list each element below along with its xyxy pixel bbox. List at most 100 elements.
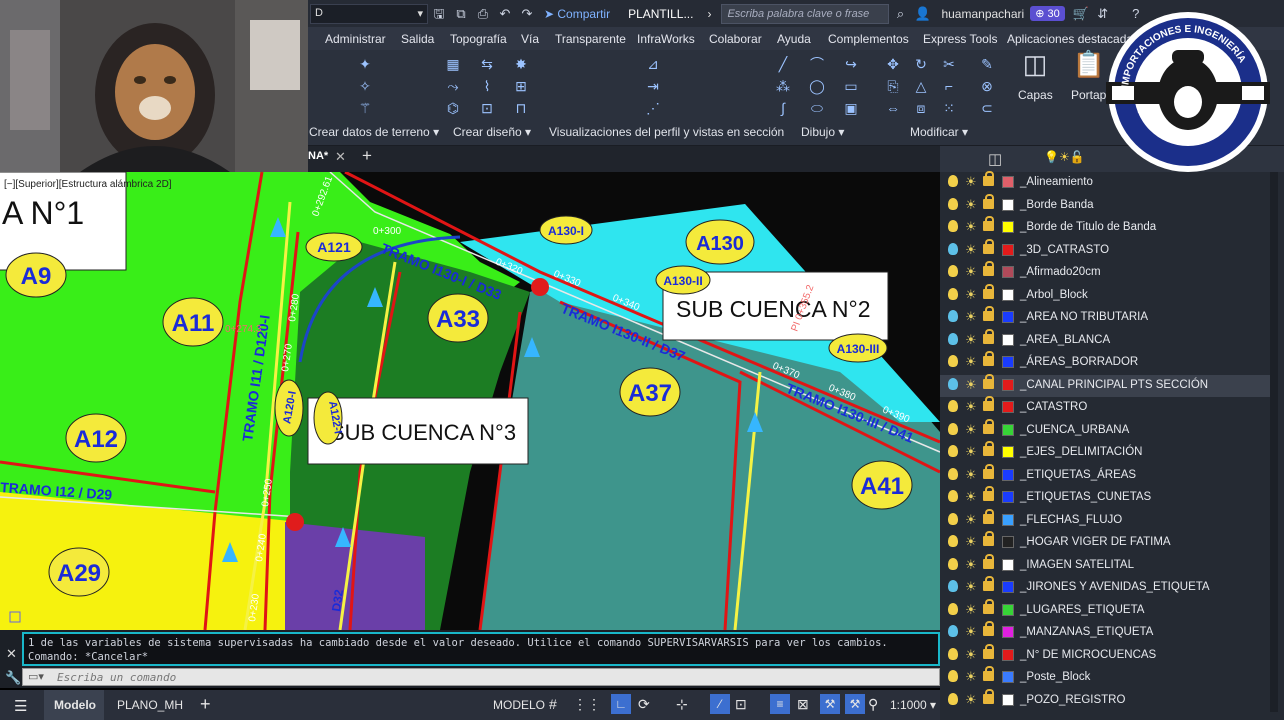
panel-modificar[interactable]: Modificar ▾ <box>910 125 968 139</box>
layer-row[interactable]: ☀ _IMAGEN SATELITAL <box>940 553 1270 577</box>
close-tab-icon[interactable]: ✕ <box>335 149 346 165</box>
erase-icon[interactable]: ✎ <box>978 56 996 72</box>
layer-on-icon[interactable] <box>948 355 958 367</box>
layer-on-icon[interactable] <box>948 535 958 547</box>
circle-icon[interactable]: ◯ <box>808 78 826 94</box>
layer-color-swatch[interactable] <box>1002 423 1014 436</box>
layer-on-icon[interactable] <box>948 400 958 412</box>
layer-lock-icon[interactable] <box>983 531 994 546</box>
layer-color-swatch[interactable] <box>1002 581 1014 593</box>
annotation-monitor-icon[interactable]: ⊠ <box>797 696 809 713</box>
layer-lock-icon[interactable] <box>983 216 994 231</box>
intersection-icon[interactable]: ⊞ <box>512 78 530 94</box>
panel-dibujo[interactable]: Dibujo ▾ <box>801 125 844 139</box>
layer-freeze-icon[interactable]: ☀ <box>965 535 977 549</box>
auto-scale-icon[interactable]: ⚒ <box>845 694 865 714</box>
layer-row[interactable]: ☀ _CUENCA_URBANA <box>940 418 1270 442</box>
scale-icon[interactable]: ⧈ <box>912 100 930 116</box>
polar-icon[interactable]: ⟳ <box>638 696 650 713</box>
layer-on-icon[interactable] <box>948 197 958 210</box>
layer-lock-icon[interactable] <box>983 576 994 591</box>
layer-freeze-icon[interactable]: ☀ <box>965 490 977 504</box>
layer-color-swatch[interactable] <box>1002 626 1014 638</box>
layer-lock-icon[interactable] <box>983 306 994 321</box>
layer-freeze-icon[interactable]: ☀ <box>965 287 977 302</box>
wrench-icon[interactable]: 🔧 <box>5 670 21 686</box>
layer-freeze-icon[interactable]: ☀ <box>965 197 977 212</box>
arc-icon[interactable]: ↪ <box>842 56 860 72</box>
file-tab[interactable]: NA* <box>308 150 328 162</box>
layer-on-icon[interactable] <box>948 490 958 502</box>
layer-color-swatch[interactable] <box>1002 513 1014 526</box>
layer-lock-icon[interactable] <box>983 193 994 209</box>
snap-icon[interactable]: ⋮⋮ <box>573 696 601 713</box>
layer-color-swatch[interactable] <box>1002 648 1014 661</box>
copy-icon[interactable]: ⎘ <box>884 78 902 94</box>
layer-row[interactable]: ☀ _Afirmado20cm <box>940 261 1270 284</box>
new-tab-icon[interactable]: + <box>362 146 372 166</box>
corridor-icon[interactable]: ✸ <box>512 56 530 72</box>
fillet-icon[interactable]: ⌐ <box>940 78 958 94</box>
layer-on-icon[interactable] <box>948 467 958 480</box>
layer-freeze-icon[interactable]: ☀ <box>965 265 977 279</box>
layer-freeze-icon[interactable]: ☀ <box>965 175 977 189</box>
ellipse-icon[interactable]: ⬭ <box>808 100 826 116</box>
layers-button[interactable]: Capas <box>1018 88 1053 102</box>
layer-on-icon[interactable] <box>948 332 958 345</box>
rectangle-icon[interactable]: ▭ <box>842 78 860 94</box>
user-name[interactable]: huamanpachari <box>941 7 1024 21</box>
menu-icon[interactable]: ☰ <box>14 697 27 715</box>
layer-on-icon[interactable] <box>948 692 958 705</box>
layer-row[interactable]: ☀ _CANAL PRINCIPAL PTS SECCIÓN <box>940 373 1270 397</box>
layer-freeze-icon[interactable]: ☀ <box>965 355 977 369</box>
model-space-toggle[interactable]: MODELO <box>493 698 545 712</box>
annotation-scale-icon[interactable]: ⚲ <box>868 696 878 713</box>
layer-row[interactable]: ☀ _AREA_BLANCA <box>940 328 1270 352</box>
layer-lock-icon[interactable] <box>983 666 994 681</box>
layer-color-swatch[interactable] <box>1002 311 1014 323</box>
explode-icon[interactable]: ⊗ <box>978 78 996 94</box>
layer-lock-icon[interactable] <box>983 598 994 614</box>
layer-freeze-icon[interactable]: ☀ <box>965 332 977 347</box>
layer-row[interactable]: ☀ _EJES_DELIMITACIÓN <box>940 441 1270 464</box>
layer-row[interactable]: ☀ _ÁREAS_BORRADOR <box>940 351 1270 374</box>
mirror-icon[interactable]: △ <box>912 78 930 94</box>
share-button[interactable]: ➤ Compartir <box>544 7 610 21</box>
layer-on-icon[interactable] <box>948 242 958 255</box>
layer-toggles-icon[interactable]: 💡☀🔓 <box>1044 150 1085 164</box>
feature-line-icon[interactable]: ⚚ <box>356 100 374 116</box>
save-as-icon[interactable]: ⧉ <box>453 6 469 22</box>
annotation-visibility-icon[interactable]: ⚒ <box>820 694 840 714</box>
layer-lock-icon[interactable] <box>983 373 994 389</box>
layer-color-swatch[interactable] <box>1002 266 1014 278</box>
tab-infraworks[interactable]: InfraWorks <box>637 32 695 46</box>
layer-color-swatch[interactable] <box>1002 671 1014 683</box>
tab-plano-mh[interactable]: PLANO_MH <box>117 698 183 712</box>
panel-crear-datos-terreno[interactable]: Crear datos de terreno ▾ <box>309 125 439 139</box>
chevron-right-icon[interactable]: › <box>707 7 711 21</box>
search-input[interactable]: Escriba palabra clave o frase <box>721 3 890 24</box>
cart-icon[interactable]: 🛒 <box>1073 6 1089 22</box>
tab-topografia[interactable]: Topografía <box>450 32 507 46</box>
parcel-icon[interactable]: ▦ <box>444 56 462 72</box>
layer-lock-icon[interactable] <box>983 508 994 524</box>
layer-on-icon[interactable] <box>948 265 958 277</box>
osnap-icon[interactable]: ⊹ <box>676 696 688 713</box>
layer-color-swatch[interactable] <box>1002 468 1014 481</box>
layer-color-swatch[interactable] <box>1002 693 1014 706</box>
redo-icon[interactable]: ↷ <box>519 6 535 22</box>
selection-cycling-icon[interactable]: ≡ <box>770 694 790 714</box>
offset-icon[interactable]: ⊂ <box>978 100 996 116</box>
layer-freeze-icon[interactable]: ☀ <box>965 467 977 482</box>
tab-via[interactable]: Vía <box>521 32 539 46</box>
layer-color-swatch[interactable] <box>1002 333 1014 346</box>
stretch-icon[interactable]: ⇔ <box>884 100 902 116</box>
layer-lock-icon[interactable] <box>983 688 994 704</box>
layer-freeze-icon[interactable]: ☀ <box>965 422 977 437</box>
trim-icon[interactable]: ✂ <box>940 56 958 72</box>
layer-color-swatch[interactable] <box>1002 243 1014 256</box>
close-command-icon[interactable]: ✕ <box>6 646 17 662</box>
layer-color-swatch[interactable] <box>1002 558 1014 571</box>
view-label[interactable]: [−][Superior][Estructura alámbrica 2D] <box>4 179 172 190</box>
layer-freeze-icon[interactable]: ☀ <box>965 310 977 324</box>
